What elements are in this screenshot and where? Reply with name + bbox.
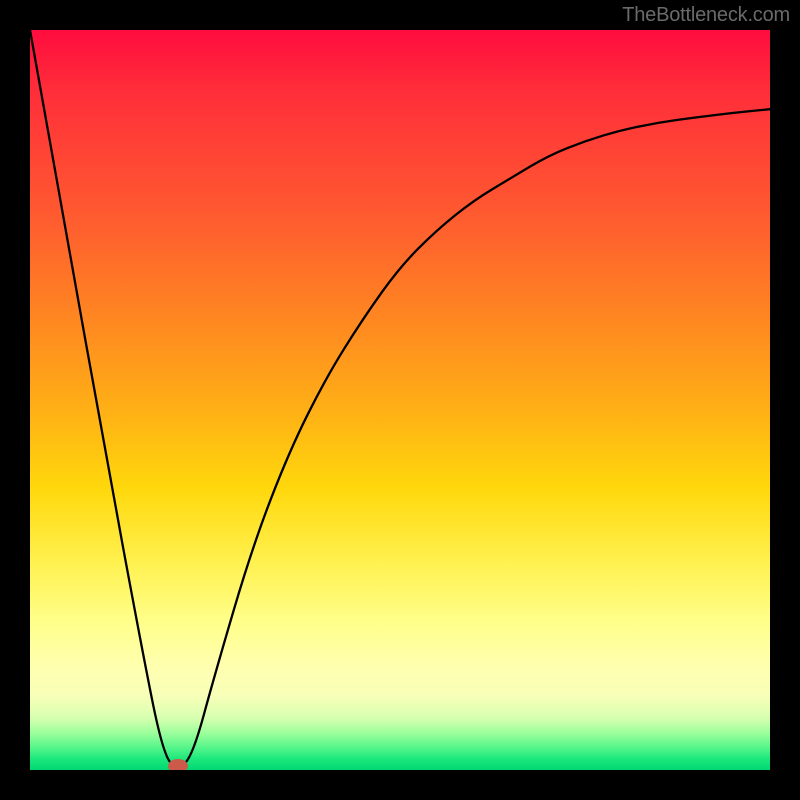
bottleneck-curve	[30, 30, 770, 766]
curve-layer	[30, 30, 770, 770]
minimum-marker	[168, 759, 188, 770]
plot-area	[30, 30, 770, 770]
watermark-text: TheBottleneck.com	[622, 4, 790, 27]
chart-frame: TheBottleneck.com	[0, 0, 800, 800]
